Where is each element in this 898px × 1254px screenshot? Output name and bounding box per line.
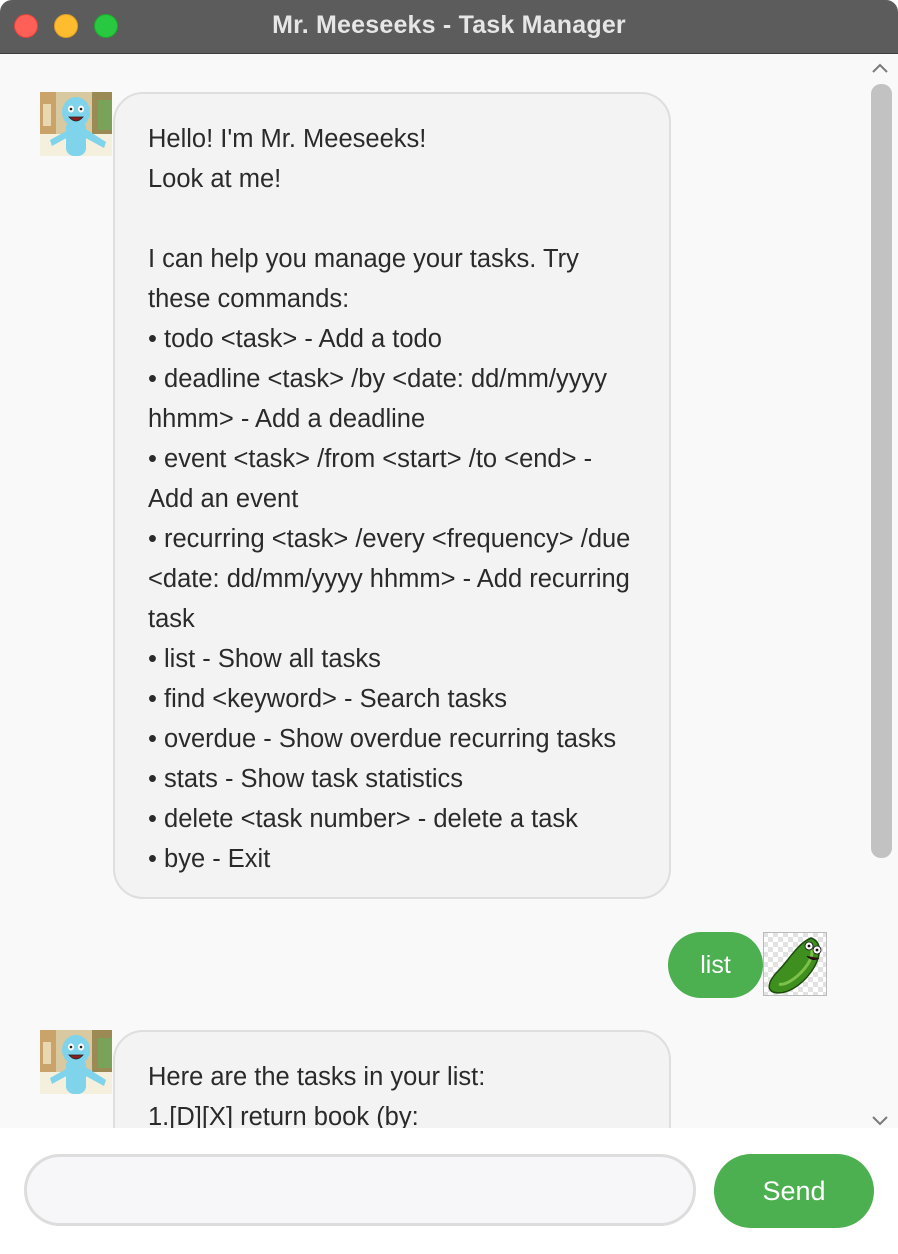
scroll-up-icon[interactable] [868,60,892,78]
scrollbar-thumb[interactable] [871,84,892,858]
input-bar: Send [0,1128,898,1254]
title-bar: Mr. Meeseeks - Task Manager [0,0,898,54]
bot-message-bubble: Here are the tasks in your list: 1.[D][X… [113,1030,671,1130]
bot-message-bubble: Hello! I'm Mr. Meeseeks! Look at me! I c… [113,92,671,899]
pickle-rick-avatar [763,932,827,996]
send-button[interactable]: Send [714,1154,874,1228]
app-window: Mr. Meeseeks - Task Manager Hello! I'm M… [0,0,898,1254]
message-input[interactable] [24,1154,696,1226]
window-title: Mr. Meeseeks - Task Manager [272,11,626,39]
chat-pane[interactable]: Hello! I'm Mr. Meeseeks! Look at me! I c… [0,55,898,1130]
meeseeks-avatar [40,92,112,156]
scroll-down-icon[interactable] [868,1111,892,1129]
user-message-bubble: list [668,932,763,998]
meeseeks-avatar [40,1030,112,1094]
